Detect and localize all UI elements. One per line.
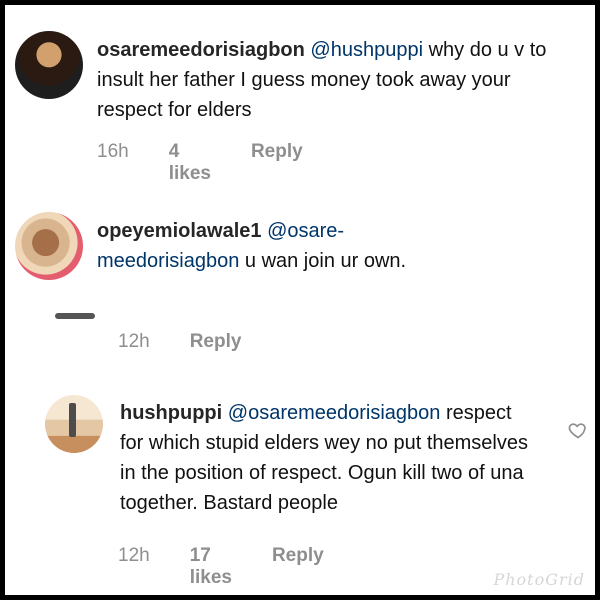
comment-username[interactable]: hushpuppi: [120, 402, 222, 424]
comment-meta: 16h 4 likes Reply: [97, 141, 343, 185]
user-avatar[interactable]: [45, 395, 103, 453]
user-avatar[interactable]: [15, 31, 83, 99]
comment-time: 12h: [118, 331, 150, 352]
comment-body: opeyemiolawale1 @osare-meedorisiagbon u …: [97, 216, 457, 276]
comment-text: u wan join ur own.: [239, 250, 407, 272]
comments-panel: osaremeedorisiagbon @hushpuppi why do u …: [5, 5, 595, 595]
comment-body: hushpuppi @osaremeedorisiagbon respect f…: [120, 398, 540, 518]
comment-time: 12h: [118, 545, 150, 566]
clipped-content: [45, 305, 125, 321]
comment-mention[interactable]: @hushpuppi: [310, 39, 423, 61]
comment-mention[interactable]: @osaremeedorisiagbon: [228, 402, 441, 424]
comment-username[interactable]: opeyemiolawale1: [97, 220, 262, 242]
comment-likes[interactable]: 17 likes: [190, 545, 232, 589]
user-avatar[interactable]: [15, 212, 83, 280]
comment-body: osaremeedorisiagbon @hushpuppi why do u …: [97, 35, 577, 125]
comment-meta: 12h Reply: [118, 331, 281, 353]
reply-button[interactable]: Reply: [272, 545, 324, 589]
watermark: PhotoGrid: [493, 570, 585, 589]
comment-meta: 12h 17 likes Reply: [118, 545, 364, 589]
comment-time: 16h: [97, 141, 129, 162]
heart-icon[interactable]: [568, 420, 588, 440]
comment-username[interactable]: osaremeedorisiagbon: [97, 39, 305, 61]
reply-button[interactable]: Reply: [190, 331, 242, 353]
comment-likes[interactable]: 4 likes: [169, 141, 211, 185]
reply-button[interactable]: Reply: [251, 141, 303, 185]
